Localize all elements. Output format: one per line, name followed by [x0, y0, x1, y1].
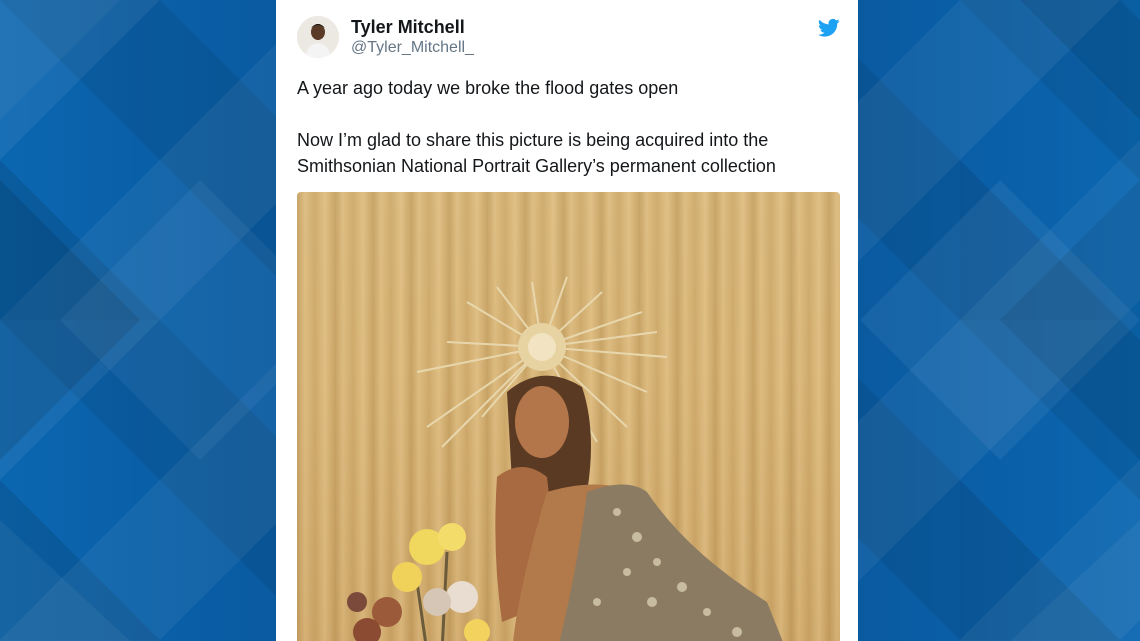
twitter-bird-icon[interactable] [818, 18, 840, 38]
tweet-photo[interactable] [297, 192, 840, 641]
portrait-illustration [347, 276, 783, 641]
avatar[interactable] [297, 16, 339, 58]
author-name[interactable]: Tyler Mitchell [351, 17, 465, 38]
tweet-card[interactable]: Tyler Mitchell @Tyler_Mitchell_ A year a… [276, 0, 858, 641]
tweet-text-line-1: A year ago today we broke the flood gate… [297, 78, 679, 98]
tweet-text-line-2: Now I’m glad to share this picture is be… [297, 130, 769, 150]
flowers [347, 523, 490, 641]
author-handle[interactable]: @Tyler_Mitchell_ [351, 39, 474, 57]
tweet-text-line-3: Smithsonian National Portrait Gallery’s … [297, 156, 776, 176]
